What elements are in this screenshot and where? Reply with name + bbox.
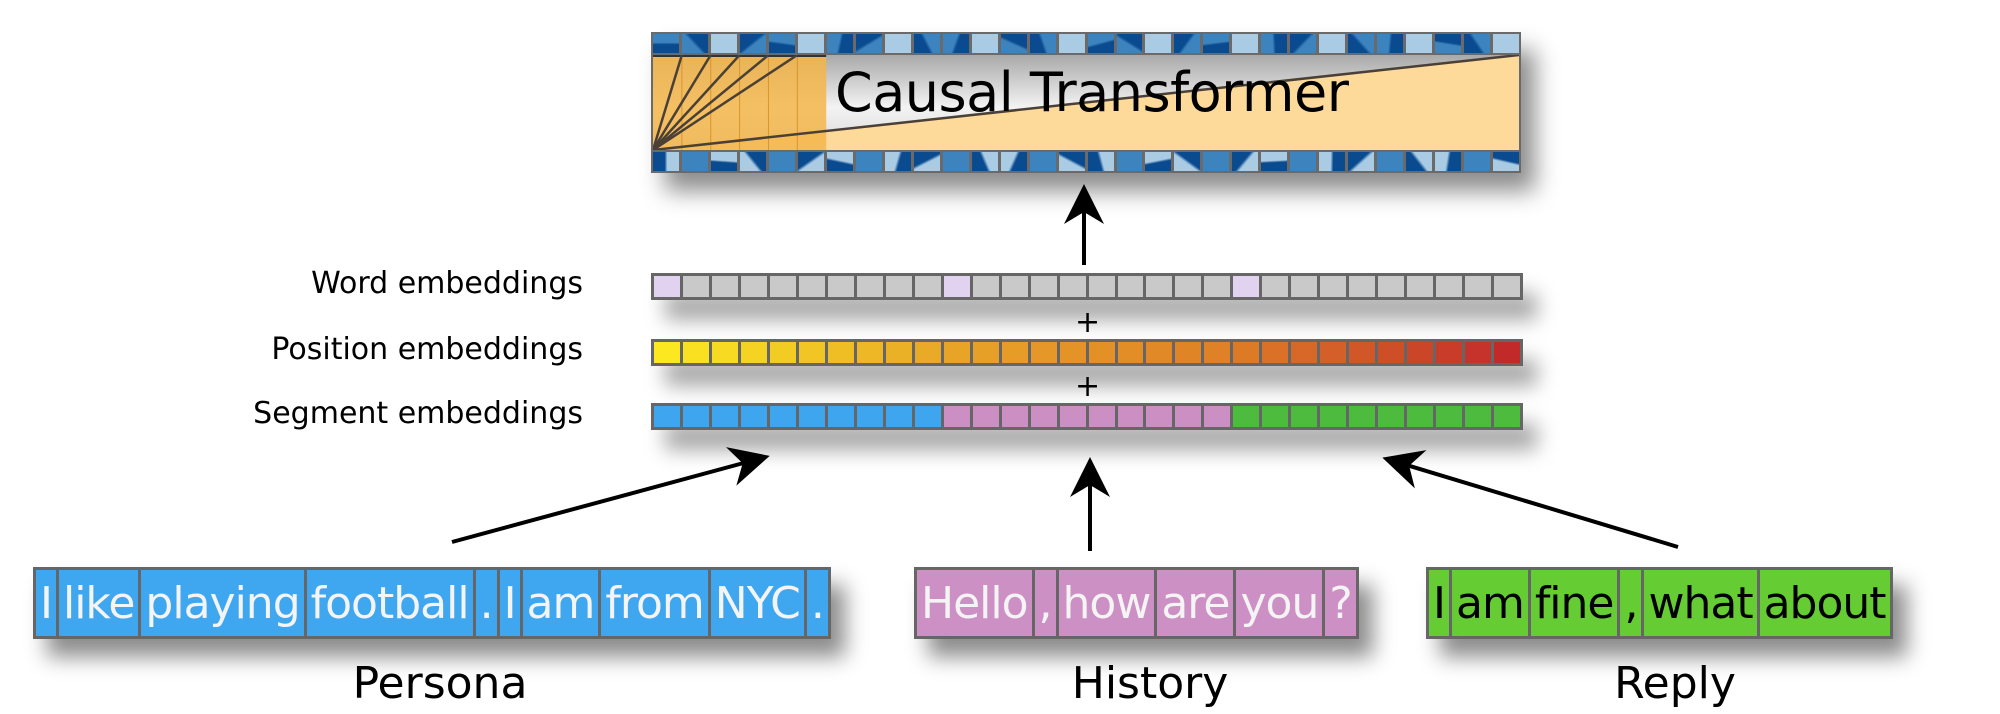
- reply-token: what: [1644, 570, 1757, 636]
- persona-token: football: [306, 570, 473, 636]
- history-token: Hello: [917, 570, 1032, 636]
- persona-token: I: [36, 570, 56, 636]
- history-token: ,: [1034, 570, 1056, 636]
- history-token: how: [1058, 570, 1155, 636]
- persona-label: Persona: [352, 658, 528, 709]
- history-token: ?: [1325, 570, 1356, 636]
- history-tokens: Hello, how are you?: [914, 567, 1359, 639]
- reply-token: am: [1451, 570, 1528, 636]
- persona-token: .: [475, 570, 497, 636]
- persona-token: like: [58, 570, 139, 636]
- arrow-persona-to-embeddings: [451, 447, 770, 544]
- history-token: you: [1236, 570, 1323, 636]
- persona-token: .: [806, 570, 828, 636]
- history-label: History: [1071, 658, 1229, 709]
- persona-token: playing: [141, 570, 304, 636]
- reply-token: ,: [1620, 570, 1642, 636]
- arrow-reply-to-embeddings: [1382, 450, 1679, 549]
- persona-token: from: [601, 570, 708, 636]
- persona-token: I: [499, 570, 520, 636]
- history-token: are: [1157, 570, 1234, 636]
- reply-label: Reply: [1614, 658, 1736, 709]
- reply-token: I: [1429, 570, 1449, 636]
- reply-token: fine: [1530, 570, 1618, 636]
- reply-tokens: Iam fine, what about: [1426, 567, 1893, 639]
- reply-token: about: [1759, 570, 1890, 636]
- persona-tokens: Ilike playing football. Iam from NYC.: [33, 567, 831, 639]
- persona-token: NYC: [710, 570, 804, 636]
- persona-token: am: [522, 570, 599, 636]
